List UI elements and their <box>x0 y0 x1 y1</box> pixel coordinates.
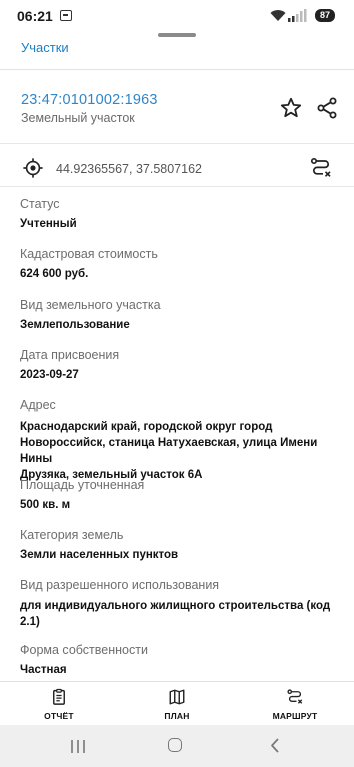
tab-parcels[interactable]: Участки <box>21 40 69 55</box>
permitted-use-line: для индивидуального жилищного строительс… <box>20 600 331 612</box>
map-icon <box>169 689 185 705</box>
permitted-use-line: 2.1) <box>20 616 40 628</box>
crosshair-icon[interactable] <box>22 157 44 179</box>
land-category-value: Земли населенных пунктов <box>20 549 179 561</box>
ownership-label: Форма собственности <box>20 643 148 657</box>
land-category-label: Категория земель <box>20 528 124 542</box>
report-label: ОТЧЁТ <box>44 711 74 721</box>
share-icon[interactable] <box>315 96 339 120</box>
status-bar: 06:21 87 <box>0 0 354 32</box>
permitted-use-value: для индивидуального жилищного строительс… <box>20 598 350 630</box>
address-line: Новороссийск, станица Натухаевская, улиц… <box>20 437 318 465</box>
system-nav-bar <box>0 725 354 767</box>
battery-indicator: 87 <box>315 9 335 22</box>
report-icon <box>53 688 65 705</box>
route-icon <box>287 689 303 704</box>
divider <box>0 186 354 187</box>
cadastral-value-label: Кадастровая стоимость <box>20 247 158 261</box>
assignment-date-value: 2023-09-27 <box>20 369 79 381</box>
action-bar: ОТЧЁТ ПЛАН МАРШРУТ <box>0 681 354 726</box>
address-value: Краснодарский край, городской округ горо… <box>20 419 350 483</box>
assignment-date-label: Дата присвоения <box>20 348 120 362</box>
coordinates-text[interactable]: 44.92365567, 37.5807162 <box>56 162 202 176</box>
signal-icon <box>288 9 307 22</box>
status-time: 06:21 <box>17 8 53 24</box>
status-value: Учтенный <box>20 218 77 230</box>
address-label: Адрес <box>20 398 56 412</box>
cadastral-number[interactable]: 23:47:0101002:1963 <box>21 92 158 108</box>
route-button[interactable]: МАРШРУТ <box>255 688 335 721</box>
sheet-drag-handle[interactable] <box>158 33 196 37</box>
route-icon[interactable] <box>309 156 333 180</box>
permitted-use-label: Вид разрешенного использования <box>20 578 220 592</box>
divider <box>0 143 354 144</box>
wifi-icon <box>270 10 286 21</box>
status-label: Статус <box>20 197 60 211</box>
address-line: Краснодарский край, городской округ горо… <box>20 421 273 433</box>
cadastral-value-value: 624 600 руб. <box>20 268 89 280</box>
plan-button[interactable]: ПЛАН <box>137 688 217 721</box>
ownership-value: Частная <box>20 664 67 676</box>
route-label: МАРШРУТ <box>272 711 318 721</box>
land-kind-value: Землепользование <box>20 319 130 331</box>
report-button[interactable]: ОТЧЁТ <box>19 688 99 721</box>
divider <box>0 69 354 70</box>
star-icon[interactable] <box>279 96 303 120</box>
plan-label: ПЛАН <box>164 711 190 721</box>
parcel-type: Земельный участок <box>21 111 135 125</box>
back-icon[interactable] <box>270 738 280 753</box>
area-value: 500 кв. м <box>20 499 71 511</box>
recents-icon[interactable] <box>70 740 86 753</box>
home-icon[interactable] <box>168 738 182 752</box>
land-kind-label: Вид земельного участка <box>20 298 161 312</box>
area-label: Площадь уточненная <box>20 478 145 492</box>
notification-icon <box>60 10 72 21</box>
